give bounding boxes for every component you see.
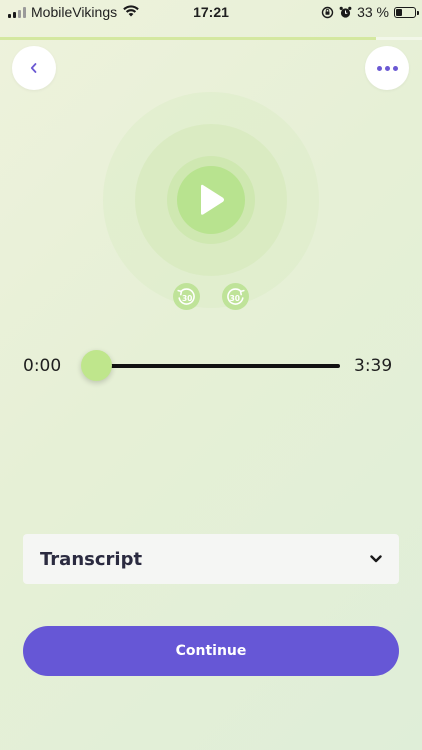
more-options-button[interactable] (365, 46, 409, 90)
continue-label: Continue (175, 643, 247, 659)
battery-percent: 33 % (357, 4, 389, 20)
transcript-dropdown[interactable]: Transcript (23, 534, 399, 584)
lesson-progress-fill (0, 37, 376, 40)
chevron-left-icon (30, 63, 37, 73)
current-time: 0:00 (23, 356, 62, 376)
seek-thumb[interactable] (80, 350, 112, 381)
chevron-down-icon (370, 555, 382, 563)
forward-30-button[interactable]: 30 (222, 283, 249, 310)
rewind-30-icon: 30 (177, 288, 195, 305)
svg-text:30: 30 (230, 294, 240, 303)
svg-text:30: 30 (182, 294, 192, 303)
alarm-icon (339, 6, 352, 18)
play-icon (201, 184, 224, 215)
transcript-label: Transcript (40, 548, 143, 570)
rewind-30-button[interactable]: 30 (173, 283, 200, 310)
back-button[interactable] (12, 46, 56, 90)
continue-button[interactable]: Continue (23, 626, 399, 676)
orientation-lock-icon (321, 6, 334, 18)
status-bar: MobileVikings 17:21 33 % (0, 0, 422, 26)
battery-icon (394, 6, 419, 18)
seek-bar[interactable] (96, 364, 340, 368)
total-time: 3:39 (354, 356, 393, 376)
status-right-group: 33 % (321, 3, 419, 21)
play-button[interactable] (177, 166, 245, 234)
more-dots-icon (376, 65, 398, 71)
forward-30-icon: 30 (227, 288, 245, 305)
lesson-progress-bar (0, 37, 422, 40)
